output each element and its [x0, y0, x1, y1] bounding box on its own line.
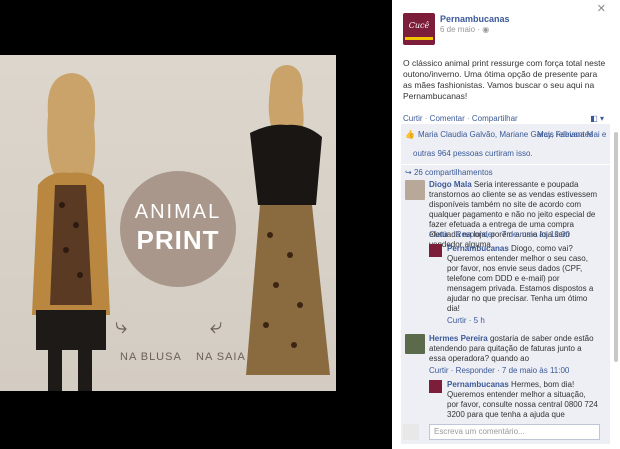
most-relevant-row: Mais relevantes: [537, 130, 610, 140]
post-actions: Curtir · Comentar · Compartilhar: [403, 114, 518, 123]
caption-right: NA SAIA: [196, 351, 246, 363]
comment-meta-text[interactable]: Curtir · Responder · 7 de maio às 12:00: [429, 230, 570, 239]
reply-author[interactable]: Pernambucanas: [447, 244, 509, 253]
model-right-figure: [246, 65, 330, 375]
reply-author[interactable]: Pernambucanas: [447, 380, 509, 389]
share-icon: ↪: [405, 168, 412, 177]
reply: Pernambucanas Diogo, como vai? Queremos …: [447, 244, 599, 314]
scrollbar[interactable]: [614, 132, 618, 362]
page-menu-icons: ◧ ▾: [590, 114, 604, 123]
photo-viewer: ANIMAL PRINT ⤷ ⤶ NA BLUSA NA SAIA: [0, 0, 392, 449]
commenter-avatar[interactable]: [405, 334, 425, 354]
shares-count[interactable]: 26 compartilhamentos: [414, 168, 493, 177]
comment-meta-text[interactable]: Curtir · Responder · 7 de maio às 11:00: [429, 366, 569, 375]
badge-line2: PRINT: [136, 225, 220, 255]
post-photo[interactable]: ANIMAL PRINT ⤷ ⤶ NA BLUSA NA SAIA: [0, 55, 336, 391]
badge-line1: ANIMAL: [134, 201, 222, 223]
reply: Pernambucanas Hermes, bom dia! Queremos …: [447, 380, 599, 420]
comment-input[interactable]: Escreva um comentário...: [429, 424, 600, 440]
caption-left: NA BLUSA: [120, 351, 182, 363]
curved-arrow-left-icon: ⤷: [115, 313, 128, 338]
share-action[interactable]: Compartilhar: [472, 114, 518, 123]
likes-others-link[interactable]: outras 964 pessoas curtiram isso.: [413, 149, 533, 158]
comment-meta: Curtir · Responder · 7 de maio às 12:00: [429, 230, 570, 240]
logo-text: Cucê: [408, 21, 430, 30]
comment: Hermes Pereira gostaria de saber onde es…: [429, 334, 599, 364]
reply-avatar[interactable]: [429, 244, 442, 257]
most-relevant-filter[interactable]: Mais relevantes: [537, 130, 593, 139]
logo-bar: [405, 37, 433, 40]
shares-row: ↪ 26 compartilhamentos: [401, 164, 610, 178]
page-name-link[interactable]: Pernambucanas: [440, 14, 510, 24]
tag-icon[interactable]: ◧: [590, 114, 598, 123]
curved-arrow-right-icon: ⤶: [210, 313, 223, 338]
reply-meta-text[interactable]: Curtir · 5 h: [447, 316, 485, 325]
post-sidebar: ✕ Cucê Pernambucanas 6 de maio · ◉ O clá…: [392, 0, 620, 449]
like-action[interactable]: Curtir: [403, 114, 423, 123]
comment-meta: Curtir · Responder · 7 de maio às 11:00: [429, 366, 569, 376]
likes-others-row: outras 964 pessoas curtiram isso.: [413, 149, 610, 159]
close-icon[interactable]: ✕: [597, 2, 606, 15]
page-avatar[interactable]: Cucê: [403, 13, 435, 45]
globe-icon: ◉: [482, 25, 490, 34]
comment-author[interactable]: Hermes Pereira: [429, 334, 488, 343]
model-left-figure: [32, 73, 110, 391]
reply-meta: Curtir · 5 h: [447, 316, 485, 326]
comment-action[interactable]: Comentar: [430, 114, 465, 123]
thumbs-up-icon: 👍: [405, 130, 415, 139]
post-date-text: 6 de maio: [440, 25, 476, 34]
commenter-avatar[interactable]: [405, 180, 425, 200]
post-date[interactable]: 6 de maio · ◉: [440, 25, 489, 34]
dropdown-icon[interactable]: ▾: [600, 114, 604, 123]
animal-print-badge: ANIMAL PRINT: [120, 171, 236, 287]
current-user-avatar: [403, 424, 419, 440]
feedback-panel: 👍 Maria Claudia Galvão, Mariane Garcy, Fa…: [401, 124, 610, 444]
reply-avatar[interactable]: [429, 380, 442, 393]
post-text: O clássico animal print ressurge com for…: [403, 58, 606, 101]
comment-author[interactable]: Diogo Mala: [429, 180, 472, 189]
reply-text: Diogo, como vai? Queremos entender melho…: [447, 244, 594, 313]
